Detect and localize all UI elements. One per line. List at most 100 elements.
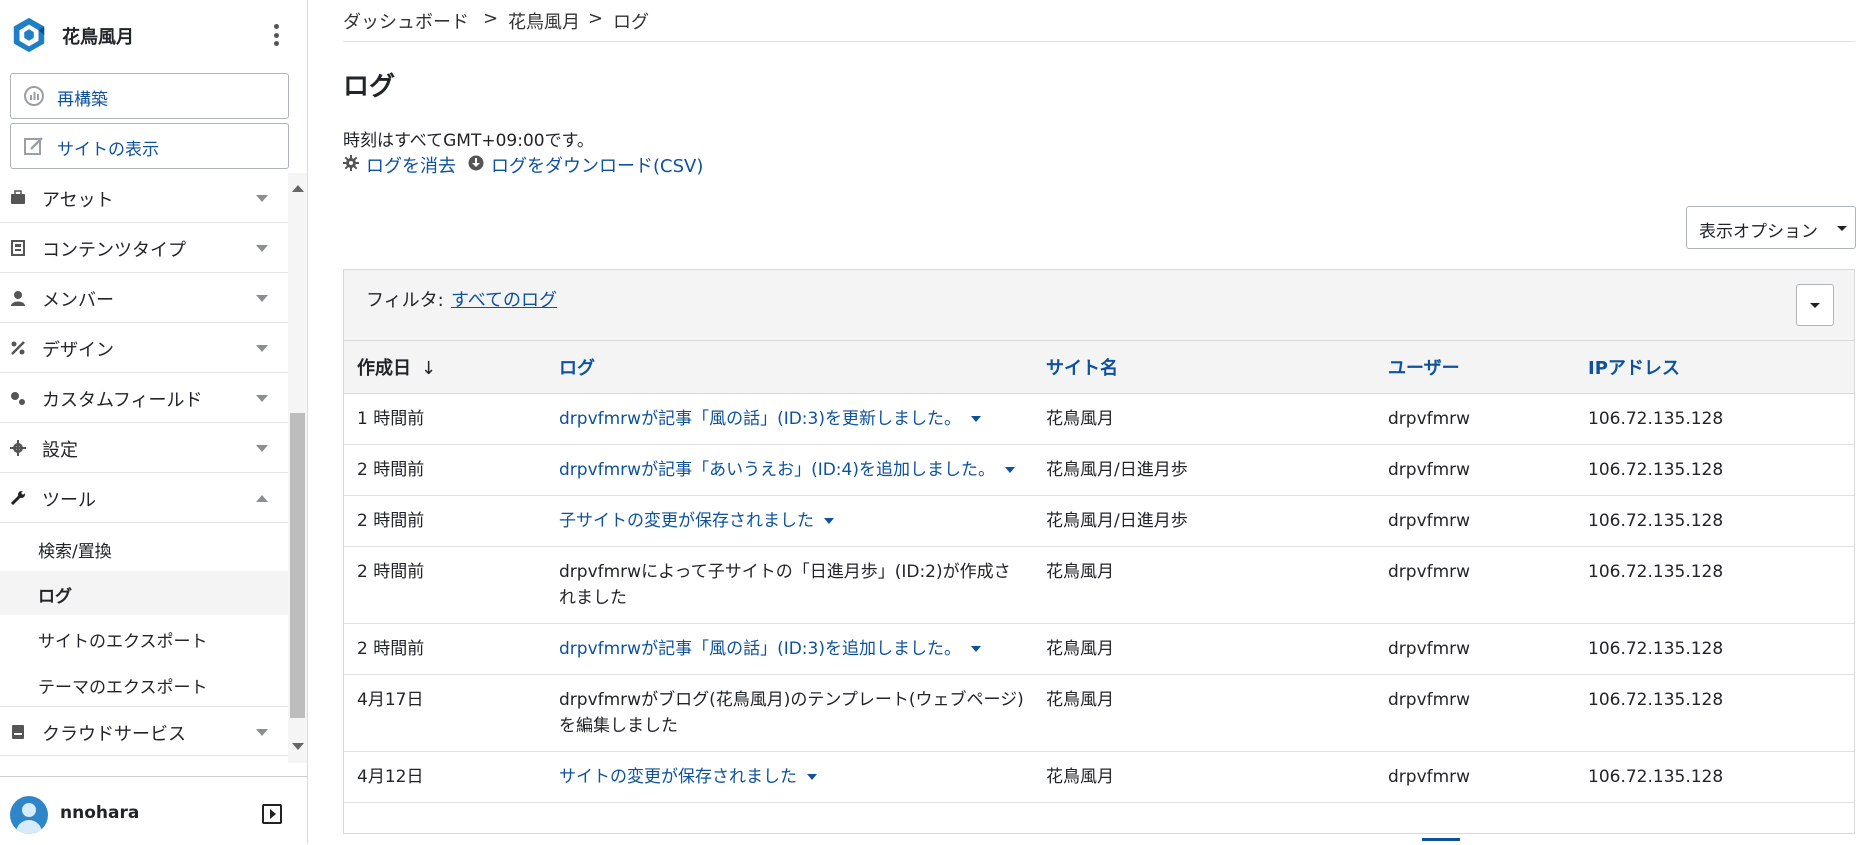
breadcrumb-dashboard[interactable]: ダッシュボード — [343, 8, 469, 34]
display-options-label: 表示オプション — [1699, 222, 1818, 242]
sidebar-subitem-log[interactable]: ログ — [0, 571, 288, 615]
column-header-site[interactable]: サイト名 — [1033, 341, 1375, 394]
site-cell: 花鳥風月 — [1033, 546, 1375, 624]
caret-down-icon — [1837, 226, 1847, 231]
sidebar-item-tools[interactable]: ツール — [0, 473, 288, 523]
briefcase-icon — [11, 190, 25, 204]
site-name[interactable]: 花鳥風月 — [62, 23, 134, 49]
ip-cell: 106.72.135.128 — [1575, 623, 1854, 675]
log-message-link[interactable]: drpvfmrwが記事「風の話」(ID:3)を更新しました。 — [559, 409, 961, 429]
column-header-user[interactable]: ユーザー — [1375, 341, 1575, 394]
user-cell: drpvfmrw — [1375, 674, 1575, 752]
log-cell: drpvfmrwがブログ(花鳥風月)のテンプレート(ウェブページ)を編集しました — [546, 674, 1033, 752]
date-cell: 1 時間前 — [344, 393, 546, 445]
site-cell: 花鳥風月 — [1033, 674, 1375, 752]
rebuild-button[interactable]: 再構築 — [10, 73, 289, 119]
username[interactable]: nnohara — [60, 803, 139, 823]
date-cell: 2 時間前 — [344, 623, 546, 675]
rebuild-label: 再構築 — [57, 90, 108, 110]
user-cell: drpvfmrw — [1375, 444, 1575, 496]
sidebar-subitem-theme-export[interactable]: テーマのエクスポート — [0, 662, 288, 706]
caret-down-icon[interactable] — [1004, 467, 1015, 473]
sidebar-item-label: メンバー — [42, 290, 114, 311]
scroll-down-icon[interactable] — [292, 743, 304, 750]
view-site-button[interactable]: サイトの表示 — [10, 123, 289, 169]
filter-toggle-button[interactable] — [1796, 284, 1834, 326]
table-row: 2 時間前 drpvfmrwが記事「あいうえお」(ID:4)を追加しました。 花鳥風… — [344, 444, 1854, 496]
breadcrumb-current: ログ — [613, 12, 649, 33]
log-message-link[interactable]: 子サイトの変更が保存されました — [559, 511, 814, 531]
caret-down-icon[interactable] — [807, 774, 817, 780]
sidebar-item-assets[interactable]: アセット — [0, 173, 288, 223]
user-cell: drpvfmrw — [1375, 393, 1575, 445]
sidebar-item-custom-fields[interactable]: カスタムフィールド — [0, 373, 288, 423]
log-cell: サイトの変更が保存されました — [546, 751, 1033, 803]
sidebar-item-content-types[interactable]: コンテンツタイプ — [0, 223, 288, 273]
ip-cell: 106.72.135.128 — [1575, 546, 1854, 624]
column-header-ip[interactable]: IPアドレス — [1575, 341, 1854, 394]
caret-down-icon[interactable] — [970, 416, 981, 422]
date-cell: 2 時間前 — [344, 495, 546, 547]
display-options-button[interactable]: 表示オプション — [1686, 206, 1856, 249]
gear-icon — [10, 440, 26, 456]
brand-logo-icon[interactable] — [10, 16, 48, 54]
sidebar-item-label: ツール — [42, 490, 96, 511]
table-row: 1 時間前 drpvfmrwが記事「風の話」(ID:3)を更新しました。 花鳥風月 d… — [344, 393, 1854, 445]
filter-value-link[interactable]: すべてのログ — [451, 286, 557, 312]
sidebar-item-members[interactable]: メンバー — [0, 273, 288, 323]
ip-cell: 106.72.135.128 — [1575, 495, 1854, 547]
collapse-sidebar-icon[interactable] — [262, 804, 282, 824]
site-cell: 花鳥風月/日進月歩 — [1033, 444, 1375, 496]
download-log-label: ログをダウンロード(CSV) — [491, 156, 704, 177]
more-options-icon[interactable] — [266, 22, 286, 48]
column-header-date[interactable]: 作成日 ↓ — [344, 341, 546, 394]
sort-arrow-icon: ↓ — [421, 358, 437, 379]
sidebar-item-label: デザイン — [42, 340, 114, 361]
column-header-label: ユーザー — [1388, 358, 1460, 379]
custom-field-icon — [11, 392, 25, 405]
caret-down-icon — [1810, 303, 1820, 308]
chevron-down-icon — [256, 295, 268, 302]
user-cell: drpvfmrw — [1375, 623, 1575, 675]
table-header-row: 作成日 ↓ ログ サイト名 ユーザー IPアドレス — [344, 341, 1854, 394]
sidebar-footer: nnohara — [0, 776, 307, 845]
sidebar-item-settings[interactable]: 設定 — [0, 423, 288, 473]
sidebar-menu: アセット コンテンツタイプ メンバー デザイン カスタムフィールド 設定 ツール… — [0, 173, 288, 763]
sidebar-subitem-label: テーマのエクスポート — [38, 678, 208, 698]
log-table-body: 1 時間前 drpvfmrwが記事「風の話」(ID:3)を更新しました。 花鳥風月 d… — [344, 393, 1854, 803]
site-cell: 花鳥風月 — [1033, 393, 1375, 445]
log-cell: drpvfmrwが記事「風の話」(ID:3)を更新しました。 — [546, 393, 1033, 445]
sidebar-subitem-search-replace[interactable]: 検索/置換 — [0, 526, 288, 570]
scroll-thumb[interactable] — [290, 413, 305, 718]
ip-cell: 106.72.135.128 — [1575, 393, 1854, 445]
column-header-label: IPアドレス — [1588, 358, 1680, 379]
caret-down-icon[interactable] — [970, 646, 981, 652]
user-cell: drpvfmrw — [1375, 751, 1575, 803]
chevron-down-icon — [256, 445, 268, 452]
chevron-down-icon — [256, 195, 268, 202]
log-message-link[interactable]: drpvfmrwが記事「あいうえお」(ID:4)を追加しました。 — [559, 460, 995, 480]
site-cell: 花鳥風月 — [1033, 623, 1375, 675]
clear-log-label: ログを消去 — [366, 156, 456, 177]
breadcrumb-separator: > — [483, 8, 499, 29]
column-header-log[interactable]: ログ — [546, 341, 1033, 394]
scroll-up-icon[interactable] — [292, 185, 304, 192]
caret-down-icon[interactable] — [824, 518, 834, 524]
sidebar-subitem-site-export[interactable]: サイトのエクスポート — [0, 616, 288, 660]
log-message-link[interactable]: drpvfmrwが記事「風の話」(ID:3)を追加しました。 — [559, 639, 961, 659]
breadcrumb: ダッシュボード > 花鳥風月 > ログ — [343, 8, 1855, 42]
main-content: ダッシュボード > 花鳥風月 > ログ ログ 時刻はすべてGMT+09:00です… — [343, 0, 1856, 844]
log-message-link[interactable]: サイトの変更が保存されました — [559, 767, 797, 787]
sidebar-scrollbar[interactable] — [288, 173, 307, 763]
sidebar-item-design[interactable]: デザイン — [0, 323, 288, 373]
sidebar-subitem-label: 検索/置換 — [38, 542, 112, 562]
log-message: drpvfmrwがブログ(花鳥風月)のテンプレート(ウェブページ)を編集しました — [559, 690, 1024, 736]
chevron-down-icon — [256, 395, 268, 402]
user-cell: drpvfmrw — [1375, 495, 1575, 547]
breadcrumb-site[interactable]: 花鳥風月 — [508, 8, 580, 34]
sidebar-item-label: コンテンツタイプ — [42, 240, 186, 261]
sidebar-item-label: 設定 — [42, 440, 78, 461]
sidebar-item-cloud-services[interactable]: クラウドサービス — [0, 706, 288, 756]
avatar[interactable] — [10, 796, 48, 834]
cloud-service-icon — [12, 725, 24, 739]
